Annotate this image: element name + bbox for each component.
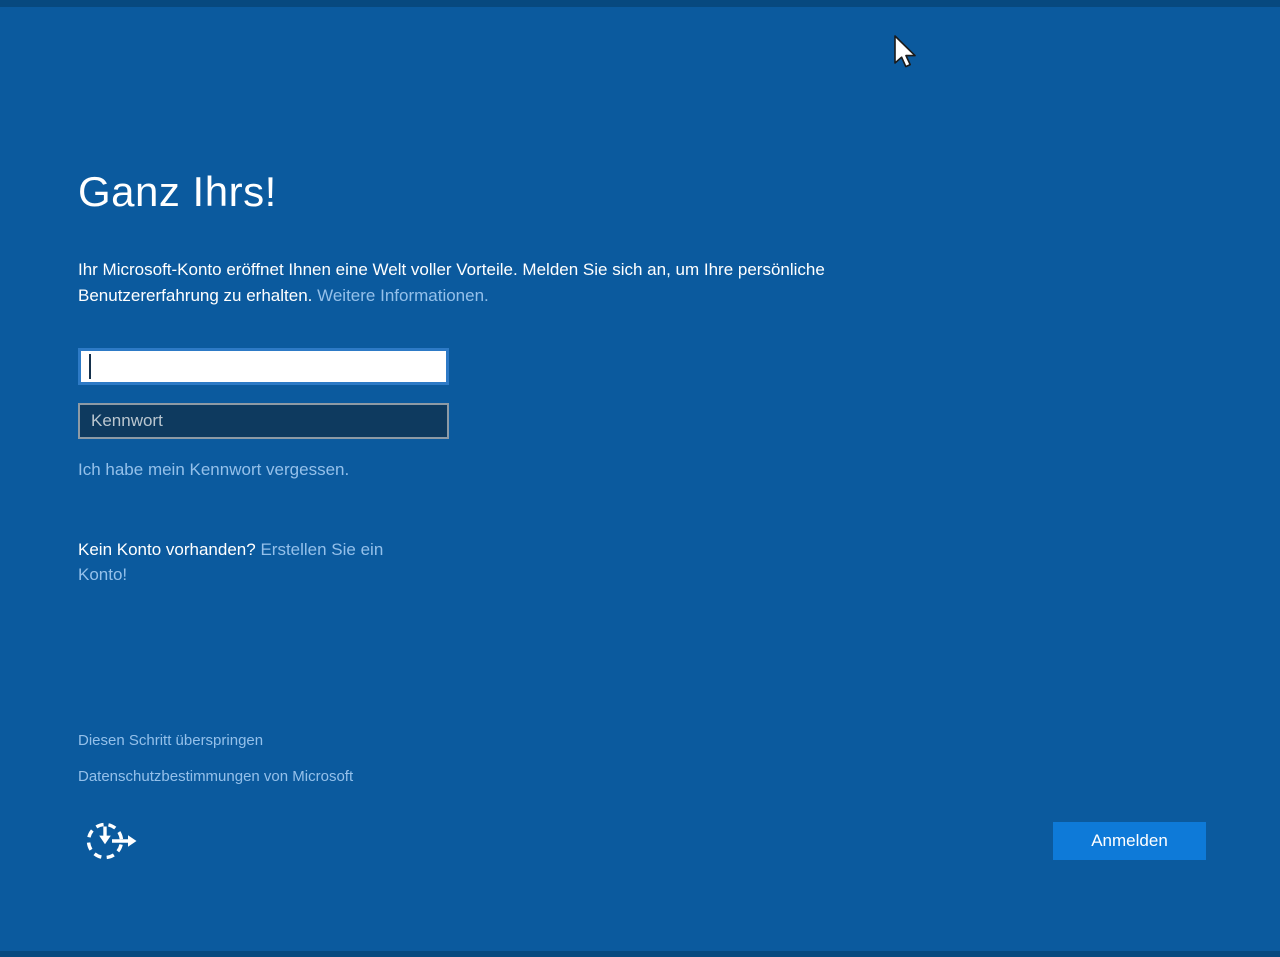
- email-field-wrapper: [78, 348, 449, 385]
- screen-edge-top: [0, 0, 1280, 7]
- intro-line1: Ihr Microsoft-Konto eröffnet Ihnen eine …: [78, 260, 825, 279]
- oobe-signin-screen: Ganz Ihrs! Ihr Microsoft-Konto eröffnet …: [0, 0, 1280, 957]
- skip-step-link[interactable]: Diesen Schritt überspringen: [78, 732, 263, 749]
- page-title: Ganz Ihrs!: [78, 168, 277, 216]
- email-input[interactable]: [78, 348, 449, 385]
- ease-of-access-button[interactable]: [82, 816, 146, 866]
- intro-line2: Benutzererfahrung zu erhalten.: [78, 286, 312, 305]
- text-caret: [89, 354, 91, 379]
- sign-in-button[interactable]: Anmelden: [1053, 822, 1206, 860]
- privacy-link[interactable]: Datenschutzbestimmungen von Microsoft: [78, 768, 353, 785]
- no-account-question: Kein Konto vorhanden?: [78, 540, 256, 559]
- intro-text: Ihr Microsoft-Konto eröffnet Ihnen eine …: [78, 257, 938, 309]
- no-account-block: Kein Konto vorhanden? Erstellen Sie ein …: [78, 537, 412, 587]
- forgot-password-link[interactable]: Ich habe mein Kennwort vergessen.: [78, 460, 349, 480]
- password-input[interactable]: [78, 403, 449, 439]
- mouse-cursor: [893, 35, 921, 71]
- screen-edge-bottom: [0, 951, 1280, 957]
- clock-arrows-icon: [84, 816, 144, 864]
- more-info-link[interactable]: Weitere Informationen.: [317, 286, 489, 305]
